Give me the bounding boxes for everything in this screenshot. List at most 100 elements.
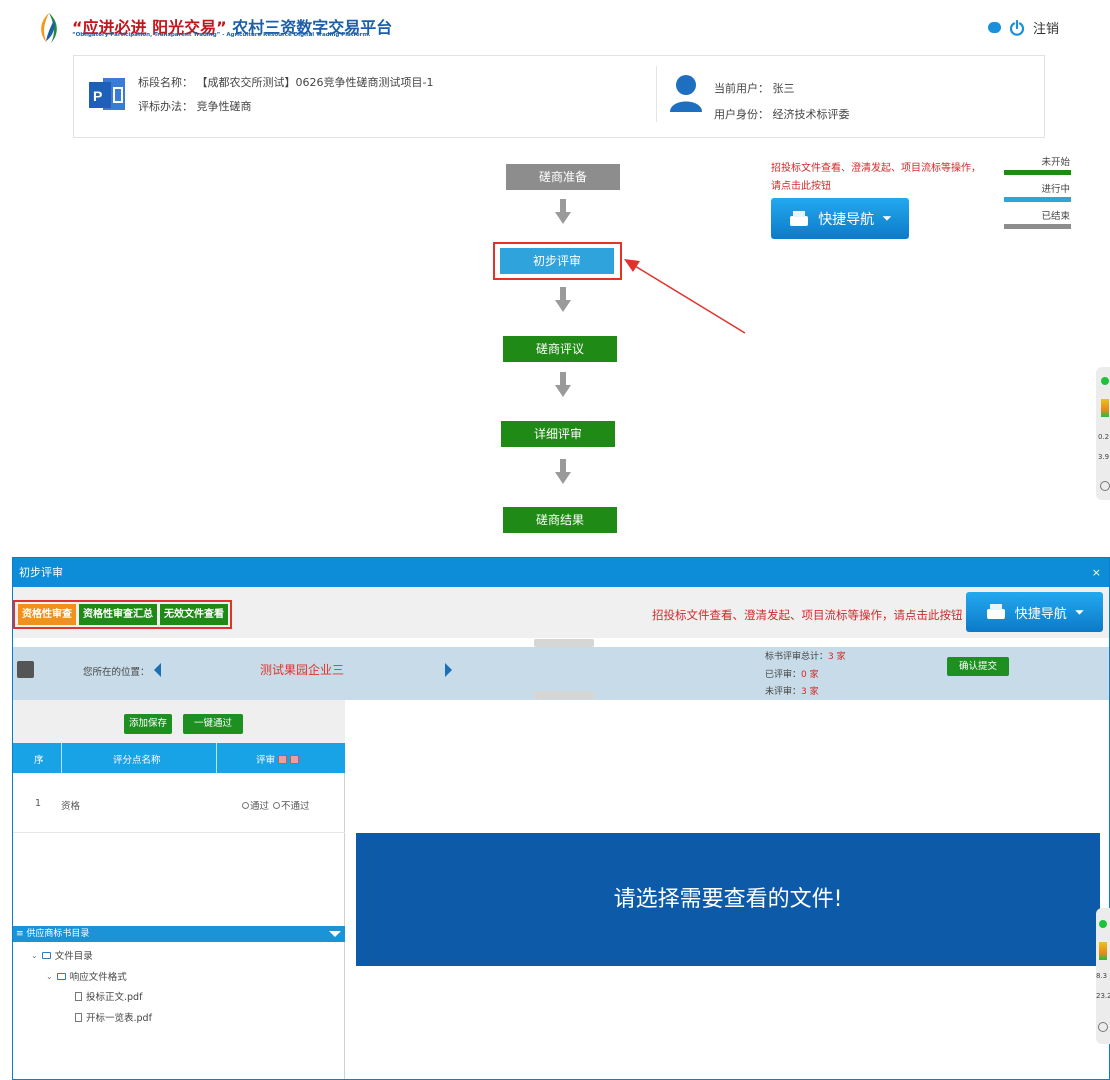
- caret-down-icon: [329, 931, 341, 937]
- level-meter-icon: [1099, 942, 1107, 960]
- check-all-icon[interactable]: [278, 754, 288, 764]
- tree-item-label: 开标一览表.pdf: [86, 1013, 152, 1024]
- step-result[interactable]: 磋商结果: [503, 507, 617, 533]
- chevron-down-icon: ⌄: [46, 971, 53, 981]
- close-button[interactable]: ×: [1092, 558, 1101, 587]
- list-icon: ≡: [16, 929, 24, 939]
- unreviewed-label: 未评审：: [765, 687, 802, 697]
- unreviewed-count: 未评审：3 家: [765, 684, 819, 697]
- tree-item[interactable]: 开标一览表.pdf: [75, 1010, 152, 1024]
- total-count: 标书评审总计：3 家: [765, 649, 846, 662]
- arrow-down-icon: [555, 199, 571, 224]
- file-tree-title: 供应商标书目录: [26, 929, 90, 939]
- radio-fail[interactable]: 不通过: [273, 798, 310, 812]
- tree-item-label: 响应文件格式: [69, 972, 127, 983]
- current-user-label: 当前用户：: [714, 82, 769, 95]
- unreviewed-value: 3 家: [801, 687, 819, 697]
- file-tree-header[interactable]: ≡ 供应商标书目录: [13, 926, 345, 942]
- modal-titlebar: 初步评审 ×: [13, 558, 1109, 587]
- divider: [216, 743, 217, 773]
- quick-nav-label: 快捷导航: [1014, 606, 1067, 622]
- logout-link[interactable]: 注销: [1033, 18, 1059, 37]
- tab-qualification-review[interactable]: 资格性审查: [18, 604, 76, 625]
- status-dot-icon: [1099, 920, 1107, 928]
- grid-header: 序 评分点名称 评审: [13, 743, 345, 773]
- pass-all-button[interactable]: 一键通过: [183, 714, 243, 734]
- tree-item-label: 投标正文.pdf: [86, 992, 143, 1003]
- step-prepare[interactable]: 磋商准备: [506, 164, 620, 190]
- side-floating-widget[interactable]: 8.3 23.2: [1096, 908, 1110, 1044]
- operation-hint-bottom: 招投标文件查看、澄清发起、项目流标等操作，请点击此按钮: [652, 608, 963, 622]
- file-icon: [75, 1012, 82, 1022]
- table-row: 1 资格 通过 不通过: [13, 773, 345, 833]
- message-icon[interactable]: [988, 22, 1001, 33]
- widget-value-b: 23.2: [1096, 992, 1110, 1000]
- user-role-row: 用户身份： 经济技术标评委: [714, 106, 850, 122]
- settings-icon[interactable]: [1098, 1022, 1108, 1032]
- reviewed-value: 0 家: [801, 670, 819, 680]
- reviewed-count: 已评审：0 家: [765, 667, 819, 680]
- file-icon: [75, 991, 82, 1001]
- user-role-label: 用户身份：: [714, 108, 769, 121]
- col-review: 评审: [256, 752, 300, 766]
- col-index: 序: [34, 755, 44, 766]
- step-negotiation[interactable]: 磋商评议: [503, 336, 617, 362]
- menu-icon[interactable]: [17, 661, 34, 678]
- tab-group: 资格性审查 资格性审查汇总 无效文件查看: [18, 604, 228, 625]
- total-label: 标书评审总计：: [765, 652, 829, 662]
- row-index: 1: [35, 798, 42, 809]
- document-icon: P: [89, 78, 125, 110]
- collapse-handle[interactable]: [534, 639, 594, 647]
- chevron-down-icon: ⏷: [882, 211, 892, 225]
- level-meter-icon: [1101, 399, 1109, 417]
- radio-fail-label: 不通过: [281, 801, 310, 812]
- header-actions: 注销: [988, 18, 1059, 37]
- legend-in-progress-label: 进行中: [1041, 184, 1070, 195]
- operation-hint: 招投标文件查看、澄清发起、项目流标等操作，请点击此按钮: [771, 163, 981, 192]
- printer-icon: [986, 604, 1005, 619]
- tree-item[interactable]: 投标正文.pdf: [75, 989, 142, 1003]
- printer-icon: [790, 210, 809, 226]
- quick-nav-button[interactable]: 快捷导航 ⏷: [771, 198, 909, 239]
- legend-in-progress-swatch: [1004, 197, 1071, 202]
- uncheck-all-icon[interactable]: [290, 754, 300, 764]
- tree-item[interactable]: ⌄ 响应文件格式: [46, 969, 127, 984]
- collapse-handle[interactable]: [534, 691, 594, 699]
- radio-icon: [242, 801, 249, 809]
- tree-item-label: 文件目录: [54, 951, 93, 962]
- legend-ended-swatch: [1004, 224, 1071, 229]
- arrow-down-icon: [555, 372, 571, 397]
- col-name: 评分点名称: [113, 755, 161, 766]
- section-name-row: 标段名称： 【成都农交所测试】0626竞争性磋商测试项目-1: [138, 74, 433, 90]
- settings-icon[interactable]: [1100, 481, 1110, 491]
- review-actions: 添加保存 一键通过: [13, 700, 345, 743]
- radio-pass[interactable]: 通过: [242, 798, 269, 812]
- step-preliminary-review[interactable]: 初步评审: [500, 248, 614, 274]
- modal-title: 初步评审: [19, 566, 63, 579]
- platform-subtitle: “Obligatory Participation, Transparent T…: [72, 32, 371, 38]
- legend-ended-label: 已结束: [1041, 211, 1070, 222]
- quick-nav-label: 快捷导航: [818, 211, 875, 228]
- power-icon[interactable]: [1009, 19, 1025, 36]
- current-user-row: 当前用户： 张三: [714, 80, 795, 96]
- tab-qualification-summary[interactable]: 资格性审查汇总: [79, 604, 157, 625]
- prev-arrow-icon[interactable]: [154, 663, 161, 677]
- status-dot-icon: [1101, 377, 1109, 385]
- confirm-submit-button[interactable]: 确认提交: [947, 657, 1009, 676]
- platform-logo-icon: [41, 13, 57, 43]
- side-floating-widget[interactable]: 0.2 3.9: [1096, 367, 1110, 500]
- step-detailed-review[interactable]: 详细评审: [501, 421, 615, 447]
- tab-invalid-files[interactable]: 无效文件查看: [160, 604, 228, 625]
- widget-value-a: 8.3: [1096, 972, 1108, 980]
- chevron-down-icon: ⏷: [1074, 604, 1085, 619]
- quick-nav-button-modal[interactable]: 快捷导航 ⏷: [966, 592, 1103, 632]
- user-avatar-icon: [670, 75, 702, 112]
- save-button[interactable]: 添加保存: [124, 714, 172, 734]
- folder-icon: [56, 972, 66, 980]
- legend-not-started-swatch: [1004, 170, 1071, 175]
- project-info-card: P 标段名称： 【成都农交所测试】0626竞争性磋商测试项目-1 评标办法： 竞…: [73, 55, 1045, 138]
- next-arrow-icon[interactable]: [445, 663, 452, 677]
- tree-item[interactable]: ⌄ 文件目录: [31, 948, 93, 963]
- total-value: 3 家: [828, 652, 846, 662]
- reviewed-label: 已评审：: [765, 670, 802, 680]
